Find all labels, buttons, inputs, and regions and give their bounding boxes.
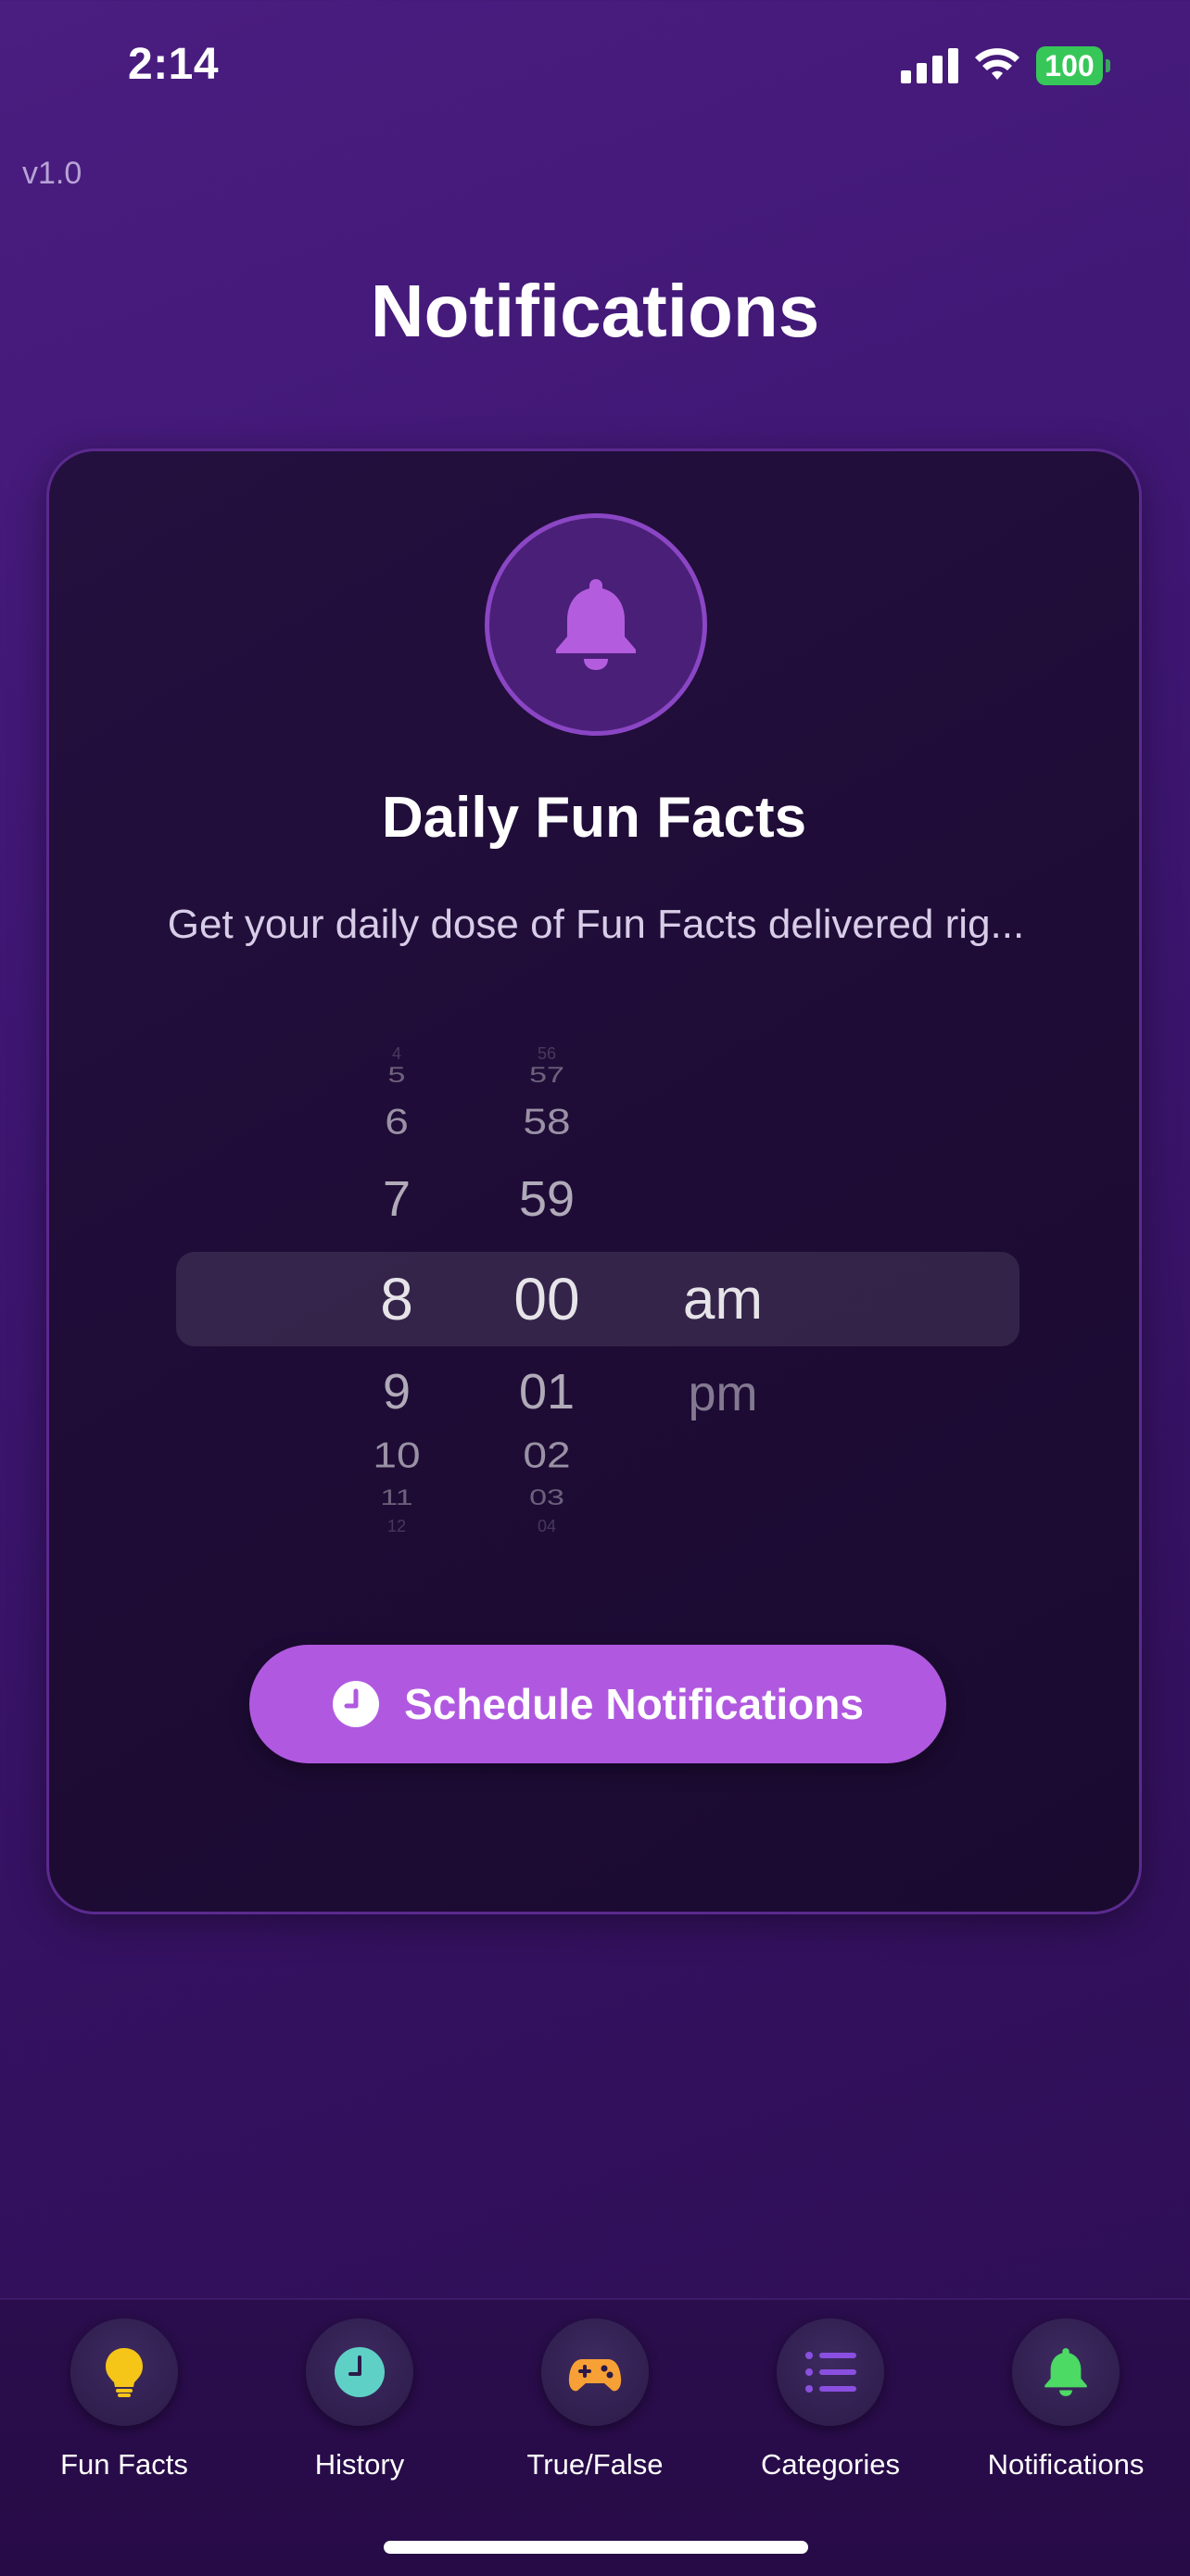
page-title: Notifications — [370, 270, 820, 352]
bell-icon — [556, 579, 636, 670]
picker-period-option[interactable]: pm — [649, 1365, 797, 1422]
picker-minute-option[interactable]: 59 — [473, 1170, 621, 1228]
picker-hour-selected[interactable]: 8 — [332, 1265, 462, 1333]
tab-icon-circle — [70, 2318, 178, 2426]
picker-minute-option[interactable]: 04 — [473, 1517, 621, 1536]
lightbulb-icon — [106, 2348, 143, 2397]
picker-hour-option[interactable]: 10 — [332, 1433, 462, 1476]
tab-label: Categories — [761, 2448, 900, 2481]
clock-icon — [333, 1681, 380, 1727]
bell-badge — [485, 513, 707, 736]
picker-minute-option[interactable]: 58 — [473, 1100, 621, 1143]
tab-icon-circle — [1012, 2318, 1120, 2426]
battery-icon: 100 — [1036, 46, 1112, 85]
clock-icon — [335, 2347, 385, 2397]
tab-icon-circle — [306, 2318, 413, 2426]
list-icon — [805, 2352, 856, 2393]
picker-hour-option[interactable]: 12 — [332, 1517, 462, 1536]
tab-notifications[interactable]: Notifications — [948, 2318, 1184, 2494]
tab-history[interactable]: History — [242, 2318, 477, 2494]
tab-label: Fun Facts — [60, 2448, 188, 2481]
schedule-button-label: Schedule Notifications — [404, 1680, 864, 1728]
status-time: 2:14 — [128, 40, 220, 89]
picker-minute-option[interactable]: 02 — [473, 1433, 621, 1476]
picker-minute-option[interactable]: 56 — [473, 1044, 621, 1064]
wifi-icon — [975, 48, 1019, 80]
version-label: v1.0 — [22, 156, 82, 191]
tab-bar: Fun Facts History True/False Categories … — [0, 2298, 1190, 2576]
tab-fun-facts[interactable]: Fun Facts — [6, 2318, 242, 2494]
picker-hour-option[interactable]: 7 — [332, 1170, 462, 1228]
tab-categories[interactable]: Categories — [713, 2318, 948, 2494]
card-description: Get your daily dose of Fun Facts deliver… — [167, 902, 1025, 947]
schedule-notifications-button[interactable]: Schedule Notifications — [249, 1645, 946, 1763]
picker-minute-option[interactable]: 01 — [473, 1363, 621, 1421]
home-indicator[interactable] — [384, 2541, 808, 2554]
picker-minute-option[interactable]: 03 — [473, 1485, 621, 1510]
notification-card: Daily Fun Facts Get your daily dose of F… — [46, 448, 1142, 1914]
cellular-signal-icon — [901, 48, 958, 83]
tab-label: Notifications — [987, 2448, 1145, 2481]
card-title: Daily Fun Facts — [381, 786, 807, 850]
tab-icon-circle — [777, 2318, 884, 2426]
picker-minute-option[interactable]: 57 — [473, 1063, 621, 1088]
picker-hour-option[interactable]: 5 — [332, 1063, 462, 1088]
tab-true-false[interactable]: True/False — [477, 2318, 713, 2494]
picker-hour-option[interactable]: 9 — [332, 1363, 462, 1421]
status-bar: 2:14 100 — [0, 0, 1190, 139]
picker-hour-option[interactable]: 11 — [332, 1485, 462, 1510]
tab-label: History — [314, 2448, 405, 2481]
battery-level: 100 — [1036, 46, 1103, 85]
picker-hour-option[interactable]: 4 — [332, 1044, 462, 1064]
tab-label: True/False — [526, 2448, 664, 2481]
tab-icon-circle — [541, 2318, 649, 2426]
time-picker[interactable]: 4 5 6 7 8 9 10 11 12 56 57 58 59 00 01 0… — [176, 1044, 1019, 1545]
gamepad-icon — [568, 2359, 622, 2392]
picker-minute-selected[interactable]: 00 — [473, 1265, 621, 1333]
picker-period-selected[interactable]: am — [649, 1267, 797, 1332]
picker-hour-option[interactable]: 6 — [332, 1100, 462, 1143]
bell-icon — [1044, 2348, 1087, 2396]
